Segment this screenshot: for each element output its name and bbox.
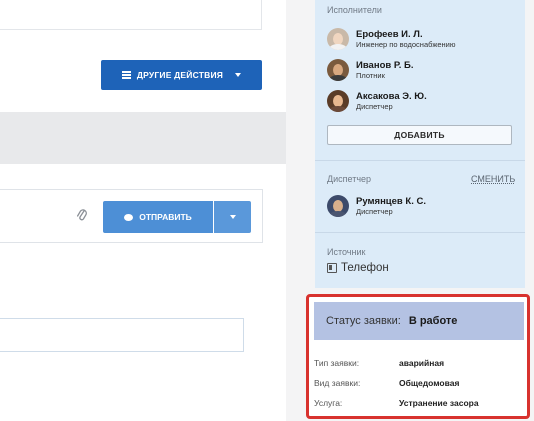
divider (315, 232, 525, 233)
avatar (327, 90, 349, 112)
phone-icon (327, 263, 337, 273)
gray-band (0, 112, 286, 164)
executor-item[interactable]: Иванов Р. Б. Плотник (327, 57, 414, 83)
send-options-button[interactable] (214, 201, 251, 233)
other-actions-button[interactable]: ДРУГИЕ ДЕЙСТВИЯ (101, 60, 262, 90)
executor-name: Иванов Р. Б. (356, 59, 414, 71)
chevron-down-icon (235, 73, 242, 77)
status-label: Статус заявки: (326, 315, 401, 327)
avatar (327, 195, 349, 217)
executor-item[interactable]: Аксакова Э. Ю. Диспетчер (327, 88, 427, 114)
executor-role: Диспетчер (356, 101, 393, 111)
status-bar: Статус заявки: В работе (314, 302, 524, 340)
dispatcher-label: Диспетчер (327, 174, 372, 184)
source-value: Телефон (327, 262, 389, 274)
executor-name: Аксакова Э. Ю. (356, 90, 427, 102)
send-button-label: ОТПРАВИТЬ (139, 212, 192, 222)
other-actions-label: ДРУГИЕ ДЕЙСТВИЯ (136, 70, 224, 80)
chat-icon (124, 213, 134, 221)
source-label: Источник (327, 247, 366, 257)
change-dispatcher-link[interactable]: СМЕНИТЬ (471, 174, 515, 184)
executors-label: Исполнители (327, 5, 382, 15)
send-button[interactable]: ОТПРАВИТЬ (103, 201, 213, 233)
source-text: Телефон (341, 262, 389, 274)
status-value: В работе (408, 315, 458, 327)
top-card (0, 0, 262, 30)
request-type-label: Тип заявки: (314, 358, 360, 368)
service-value: Устранение засора (399, 398, 479, 408)
request-kind-value: Общедомовая (399, 378, 460, 388)
dispatcher-item[interactable]: Румянцев К. С. Диспетчер (327, 193, 426, 219)
dispatcher-role: Диспетчер (356, 206, 393, 216)
search-input[interactable] (0, 318, 244, 352)
avatar (327, 59, 349, 81)
avatar (327, 28, 349, 50)
add-executor-button[interactable]: ДОБАВИТЬ (327, 125, 512, 145)
dispatcher-name: Румянцев К. С. (356, 195, 426, 207)
executor-name: Ерофеев И. Л. (356, 28, 423, 40)
executor-role: Инженер по водоснабжению (356, 39, 456, 49)
executor-item[interactable]: Ерофеев И. Л. Инженер по водоснабжению (327, 26, 455, 52)
executor-role: Плотник (356, 70, 385, 80)
list-icon (121, 71, 131, 79)
paperclip-icon[interactable] (76, 207, 88, 223)
service-label: Услуга: (314, 398, 343, 408)
divider (315, 160, 525, 161)
chevron-down-icon (229, 215, 236, 219)
request-type-value: аварийная (399, 358, 445, 368)
request-kind-label: Вид заявки: (314, 378, 361, 388)
